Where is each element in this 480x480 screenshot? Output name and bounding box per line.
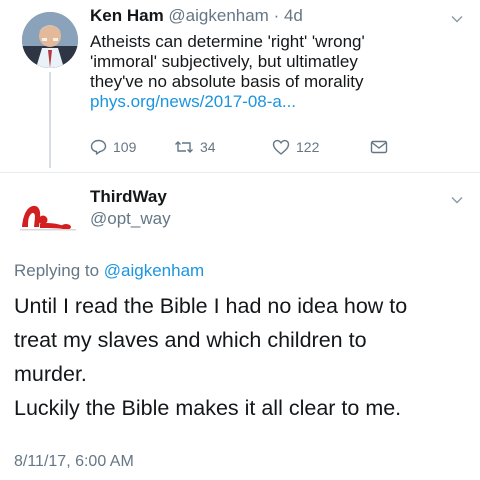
chevron-down-icon[interactable] <box>450 12 464 26</box>
reply-button[interactable]: 109 <box>90 137 136 157</box>
tweet-text-line: 'immoral' subjectively, but ultimatley <box>90 52 358 71</box>
author-name[interactable]: Ken Ham <box>90 6 164 25</box>
replying-prefix: Replying to <box>14 261 104 280</box>
like-button[interactable]: 122 <box>272 137 319 157</box>
reply-tweet[interactable]: ThirdWay @opt_way Replying to @aigkenham… <box>0 173 480 480</box>
parent-tweet[interactable]: Ken Ham @aigkenham · 4d Atheists can det… <box>0 0 480 168</box>
reply-count: 109 <box>113 139 137 155</box>
thread-connector <box>49 72 51 168</box>
reply-icon <box>90 139 107 155</box>
like-count: 122 <box>296 139 320 155</box>
tweet-timestamp[interactable]: 8/11/17, 6:00 AM <box>14 453 134 471</box>
replying-to: Replying to @aigkenham <box>14 261 204 281</box>
like-icon <box>272 139 290 155</box>
tweet-text-line: they've no absolute basis of morality <box>90 72 364 91</box>
direct-message-button[interactable] <box>370 137 394 157</box>
avatar-ken-ham[interactable] <box>22 12 78 68</box>
retweet-button[interactable]: 34 <box>174 137 216 157</box>
retweet-icon <box>175 141 193 153</box>
tweet-text: Until I read the Bible I had no idea how… <box>14 291 474 423</box>
author-handle[interactable]: @opt_way <box>90 209 171 229</box>
author-handle[interactable]: @aigkenham <box>168 6 268 25</box>
tweet-header: Ken Ham @aigkenham · 4d <box>90 6 303 26</box>
tweet-text-line: Until I read the Bible I had no idea how… <box>14 294 408 318</box>
tweet-text-line: treat my slaves and which children to <box>14 328 367 352</box>
tweet-actions: 109 34 122 <box>90 137 430 157</box>
replying-mention[interactable]: @aigkenham <box>104 261 204 280</box>
tweet-text: Atheists can determine 'right' 'wrong' '… <box>90 32 420 112</box>
tweet-text-line: murder. <box>14 362 87 386</box>
chevron-down-icon[interactable] <box>450 193 464 207</box>
retweet-count: 34 <box>200 139 216 155</box>
tweet-time[interactable]: 4d <box>284 6 303 25</box>
tweet-link[interactable]: phys.org/news/2017-08-a... <box>90 92 420 112</box>
tweet-text-line: Atheists can determine 'right' 'wrong' <box>90 32 365 51</box>
separator-dot: · <box>268 6 284 25</box>
avatar-photo <box>22 12 78 68</box>
message-icon <box>370 140 388 154</box>
author-name[interactable]: ThirdWay <box>90 187 167 207</box>
tweet-text-line: Luckily the Bible makes it all clear to … <box>14 396 402 420</box>
avatar-thirdway[interactable] <box>18 193 80 233</box>
kneeling-figure-logo <box>20 205 76 231</box>
